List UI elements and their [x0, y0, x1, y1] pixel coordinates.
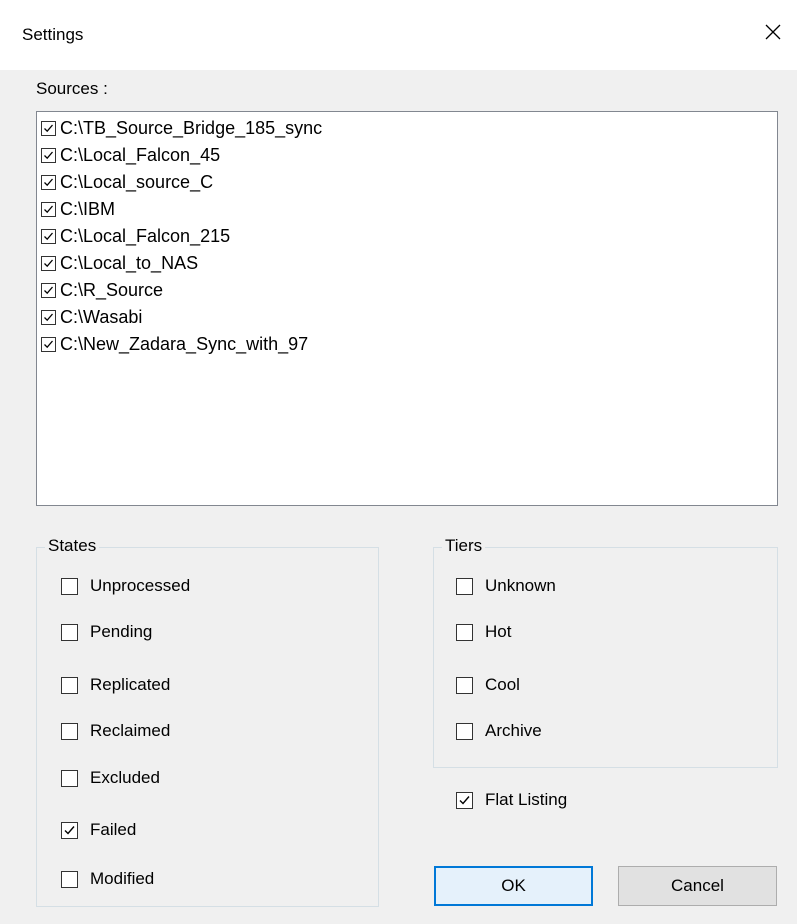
- checkbox[interactable]: [41, 147, 56, 163]
- source-path: C:\Local_source_C: [60, 171, 214, 192]
- source-item[interactable]: C:\Local_Falcon_45: [41, 143, 220, 167]
- source-path: C:\Local_Falcon_45: [60, 144, 221, 165]
- checkbox[interactable]: [61, 769, 78, 787]
- checkbox[interactable]: [456, 791, 473, 809]
- sources-label: Sources :: [36, 79, 108, 98]
- checkbox[interactable]: [41, 336, 56, 352]
- close-button[interactable]: [755, 14, 791, 50]
- check-icon: [459, 795, 470, 805]
- check-icon: [44, 259, 53, 267]
- state-option-unprocessed[interactable]: Unprocessed: [61, 576, 190, 596]
- check-icon: [44, 313, 53, 321]
- option-label: Flat Listing: [485, 790, 568, 809]
- tier-option-cool[interactable]: Cool: [456, 675, 520, 695]
- checkbox[interactable]: [456, 676, 473, 694]
- checkbox[interactable]: [61, 676, 78, 694]
- check-icon: [44, 232, 53, 240]
- checkbox[interactable]: [41, 228, 56, 244]
- source-item[interactable]: C:\IBM: [41, 197, 115, 221]
- ok-button[interactable]: OK: [434, 866, 593, 906]
- tier-option-archive[interactable]: Archive: [456, 721, 542, 741]
- sources-list[interactable]: C:\TB_Source_Bridge_185_sync C:\Local_Fa…: [36, 111, 778, 506]
- state-option-failed[interactable]: Failed: [61, 820, 136, 840]
- state-option-excluded[interactable]: Excluded: [61, 768, 160, 788]
- checkbox[interactable]: [41, 255, 56, 271]
- check-icon: [44, 124, 53, 132]
- source-item[interactable]: C:\Local_Falcon_215: [41, 224, 230, 248]
- source-item[interactable]: C:\TB_Source_Bridge_185_sync: [41, 116, 322, 140]
- option-label: Modified: [90, 869, 155, 888]
- source-path: C:\New_Zadara_Sync_with_97: [60, 333, 309, 354]
- tier-option-hot[interactable]: Hot: [456, 622, 511, 642]
- source-path: C:\Local_to_NAS: [60, 252, 199, 273]
- checkbox[interactable]: [456, 623, 473, 641]
- option-label: Failed: [90, 820, 137, 839]
- source-item[interactable]: C:\Local_source_C: [41, 170, 213, 194]
- checkbox[interactable]: [61, 577, 78, 595]
- state-option-reclaimed[interactable]: Reclaimed: [61, 721, 170, 741]
- option-label: Hot: [485, 622, 512, 641]
- close-icon: [765, 24, 781, 40]
- option-label: Unprocessed: [90, 576, 191, 595]
- checkbox[interactable]: [41, 309, 56, 325]
- checkbox[interactable]: [41, 174, 56, 190]
- option-label: Reclaimed: [90, 721, 171, 740]
- check-icon: [44, 205, 53, 213]
- source-path: C:\R_Source: [60, 279, 164, 300]
- option-label: Replicated: [90, 675, 171, 694]
- state-option-modified[interactable]: Modified: [61, 869, 154, 889]
- option-label: Pending: [90, 622, 153, 641]
- source-path: C:\TB_Source_Bridge_185_sync: [60, 117, 323, 138]
- flat-listing-option[interactable]: Flat Listing: [456, 790, 567, 810]
- checkbox[interactable]: [41, 201, 56, 217]
- checkbox[interactable]: [61, 623, 78, 641]
- title-bar: Settings: [0, 0, 797, 70]
- checkbox[interactable]: [61, 821, 78, 839]
- state-option-replicated[interactable]: Replicated: [61, 675, 170, 695]
- option-label: Excluded: [90, 768, 160, 787]
- source-path: C:\IBM: [60, 198, 116, 219]
- checkbox[interactable]: [41, 282, 56, 298]
- source-item[interactable]: C:\Local_to_NAS: [41, 251, 198, 275]
- checkbox[interactable]: [61, 722, 78, 740]
- option-label: Cool: [485, 675, 520, 694]
- checkbox[interactable]: [61, 870, 78, 888]
- states-title: States: [45, 536, 100, 556]
- source-item[interactable]: C:\Wasabi: [41, 305, 142, 329]
- check-icon: [44, 178, 53, 186]
- check-icon: [64, 825, 75, 835]
- tiers-title: Tiers: [442, 536, 486, 556]
- source-item[interactable]: C:\R_Source: [41, 278, 163, 302]
- checkbox[interactable]: [456, 577, 473, 595]
- source-path: C:\Local_Falcon_215: [60, 225, 231, 246]
- checkbox[interactable]: [456, 722, 473, 740]
- source-item[interactable]: C:\New_Zadara_Sync_with_97: [41, 332, 308, 356]
- check-icon: [44, 340, 53, 348]
- check-icon: [44, 286, 53, 294]
- source-path: C:\Wasabi: [60, 306, 143, 327]
- option-label: Archive: [485, 721, 542, 740]
- window-title: Settings: [22, 25, 84, 44]
- state-option-pending[interactable]: Pending: [61, 622, 152, 642]
- checkbox[interactable]: [41, 120, 56, 136]
- tier-option-unknown[interactable]: Unknown: [456, 576, 556, 596]
- option-label: Unknown: [485, 576, 556, 595]
- cancel-button[interactable]: Cancel: [618, 866, 777, 906]
- check-icon: [44, 151, 53, 159]
